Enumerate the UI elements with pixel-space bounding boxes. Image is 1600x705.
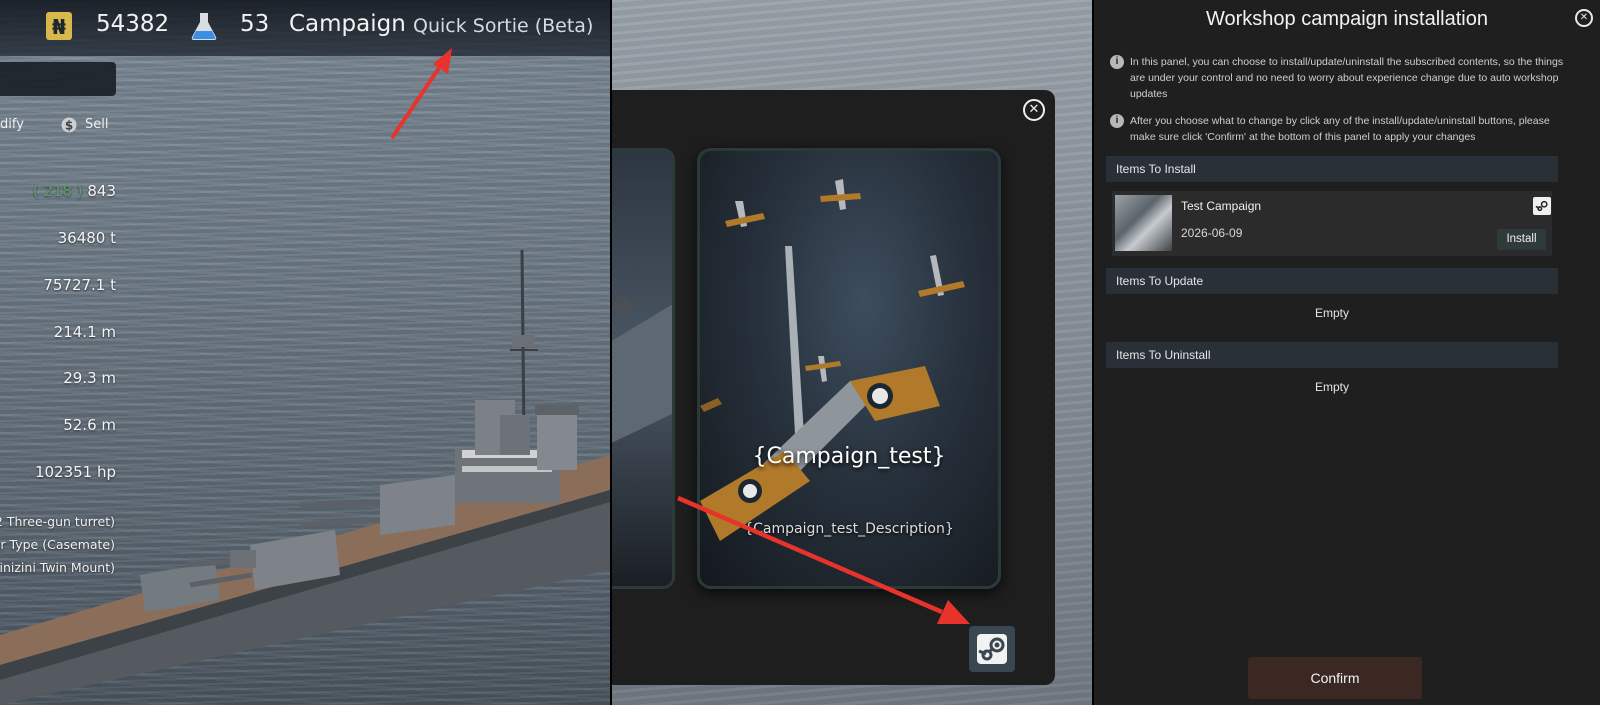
campaign-card-selected[interactable]: {Campaign_test} {Campaign_test_Descripti… <box>697 148 1001 589</box>
section-items-to-install: Items To Install <box>1106 156 1558 182</box>
currency-icon: ₦ <box>46 12 72 40</box>
campaign-title: {Campaign_test} <box>752 444 946 469</box>
uninstall-empty-label: Empty <box>1314 380 1349 394</box>
item-name: Test Campaign <box>1181 199 1262 213</box>
modify-button[interactable]: dify <box>0 117 24 132</box>
section-items-to-uninstall: Items To Uninstall <box>1106 342 1558 368</box>
campaign-card-art <box>612 296 672 443</box>
ship-name-field[interactable] <box>0 62 116 96</box>
steam-workshop-button[interactable] <box>969 626 1015 672</box>
campaign-select-panel: ✕ {Campaign_test} {Campaign_test_Descrip… <box>612 0 1092 705</box>
workshop-install-panel: Workshop campaign installation ✕ i In th… <box>1094 0 1600 705</box>
campaign-card-previous[interactable] <box>612 148 675 589</box>
research-value: 53 <box>240 11 270 37</box>
steam-icon <box>977 634 1007 664</box>
item-date: 2026-06-09 <box>1181 226 1243 240</box>
workshop-item-row: Test Campaign 2026-06-09 Install <box>1112 191 1552 256</box>
battleship-model <box>0 249 610 705</box>
svg-text:$: $ <box>65 119 73 133</box>
info-icon: i <box>1110 114 1124 128</box>
info-icon: i <box>1110 55 1124 69</box>
info-paragraph-1: i In this panel, you can choose to insta… <box>1106 54 1566 102</box>
panel-title: Workshop campaign installation <box>1205 8 1488 30</box>
confirm-button[interactable]: Confirm <box>1248 657 1422 699</box>
close-modal-button[interactable]: ✕ <box>1023 99 1045 121</box>
currency-value: 54382 <box>96 11 170 37</box>
svg-text:₦: ₦ <box>52 15 66 39</box>
port-screen-panel: ₦ 54382 53 Campaign Quick Sortie (Beta) … <box>0 0 610 705</box>
info-paragraph-2: i After you choose what to change by cli… <box>1106 113 1566 145</box>
item-steam-icon[interactable] <box>1533 197 1551 215</box>
close-panel-button[interactable]: ✕ <box>1575 9 1593 27</box>
section-items-to-update: Items To Update <box>1106 268 1558 294</box>
stat-value: 843 <box>87 182 116 200</box>
research-flask-icon <box>191 13 217 40</box>
sell-button[interactable]: Sell <box>85 117 108 132</box>
steam-icon <box>1535 200 1548 212</box>
stat-bonus-value: ( 218 ) <box>32 182 83 200</box>
update-empty-label: Empty <box>1314 306 1349 320</box>
campaign-menu-button[interactable]: Campaign <box>289 11 406 37</box>
quick-sortie-button[interactable]: Quick Sortie (Beta) <box>413 15 593 37</box>
stat-row-1: ( 218 ) 843 <box>33 182 116 200</box>
sell-dollar-icon: $ <box>61 117 77 133</box>
campaign-description: {Campaign_test_Description} <box>744 521 954 537</box>
item-thumbnail <box>1115 195 1172 251</box>
info-text-2: After you choose what to change by click… <box>1130 115 1550 143</box>
info-text-1: In this panel, you can choose to install… <box>1130 56 1564 100</box>
install-button[interactable]: Install <box>1497 229 1546 250</box>
